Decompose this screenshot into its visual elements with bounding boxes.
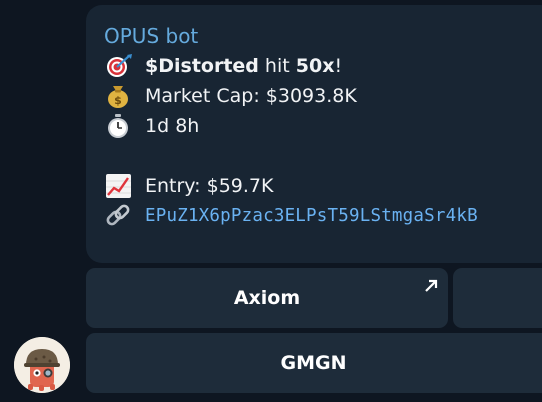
bot-avatar[interactable] [14,337,70,393]
gmgn-button-label: GMGN [280,352,347,374]
link-icon [104,203,134,229]
money-bag-icon: $ [104,83,134,109]
message-line-age: 1d 8h [104,113,199,139]
token-ticker: $Distorted [145,55,259,77]
svg-text:$: $ [114,94,122,107]
chart-increasing-icon [104,173,134,199]
message-line-entry: Entry: $59.7K [104,173,273,199]
axiom-button[interactable]: Axiom [86,268,448,328]
target-icon [104,53,134,79]
multiple-value: 50x [295,55,335,77]
sender-name[interactable]: OPUS bot [104,23,198,49]
gmgn-button[interactable]: GMGN [86,333,542,393]
message-line-hit: $Distorted hit 50x! [104,53,342,79]
external-link-arrow-icon [424,276,438,292]
exclamation-text: ! [334,55,343,77]
hit-text: hit [258,55,296,77]
message-line-market-cap: $ Market Cap: $3093.8K [104,83,357,109]
market-cap-text: Market Cap: $3093.8K [145,85,357,107]
inline-keyboard-button-partial[interactable] [453,268,542,328]
axiom-button-label: Axiom [233,287,301,309]
entry-text: Entry: $59.7K [145,175,274,197]
contract-address-link[interactable]: EPuZ1X6pPzac3ELPsT59LStmgaSr4kB [145,203,478,229]
message-line-address: EPuZ1X6pPzac3ELPsT59LStmgaSr4kB [104,203,478,229]
age-text: 1d 8h [145,115,200,137]
stopwatch-icon [104,113,134,139]
